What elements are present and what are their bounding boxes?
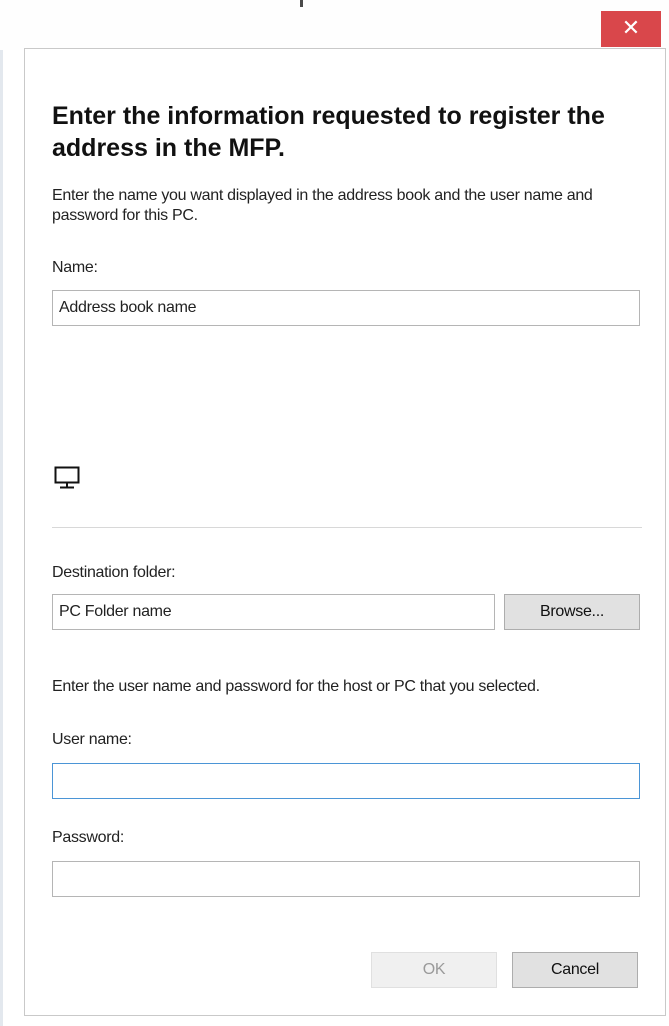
user-name-field[interactable] xyxy=(52,763,640,799)
ok-button[interactable]: OK xyxy=(371,952,497,988)
name-label: Name: xyxy=(52,259,98,276)
title-bar-mark xyxy=(300,0,303,7)
password-field[interactable] xyxy=(52,861,640,897)
dialog-description: Enter the name you want displayed in the… xyxy=(52,187,593,224)
title-bar xyxy=(0,0,669,50)
name-field[interactable] xyxy=(52,290,640,326)
cancel-button[interactable]: Cancel xyxy=(512,952,638,988)
page-title: Enter the information requested to regis… xyxy=(52,102,605,162)
credentials-instruction: Enter the user name and password for the… xyxy=(52,678,540,695)
dialog-window: ✕ Enter the information requested to reg… xyxy=(0,0,669,1026)
close-button[interactable]: ✕ xyxy=(601,11,661,47)
pc-monitor-icon xyxy=(54,466,80,489)
user-name-label: User name: xyxy=(52,731,132,748)
browse-button[interactable]: Browse... xyxy=(504,594,640,630)
close-icon: ✕ xyxy=(621,16,641,41)
password-label: Password: xyxy=(52,829,124,846)
destination-folder-field[interactable] xyxy=(52,594,495,630)
section-divider xyxy=(52,527,642,528)
window-left-edge xyxy=(0,0,3,1026)
destination-folder-label: Destination folder: xyxy=(52,564,176,581)
